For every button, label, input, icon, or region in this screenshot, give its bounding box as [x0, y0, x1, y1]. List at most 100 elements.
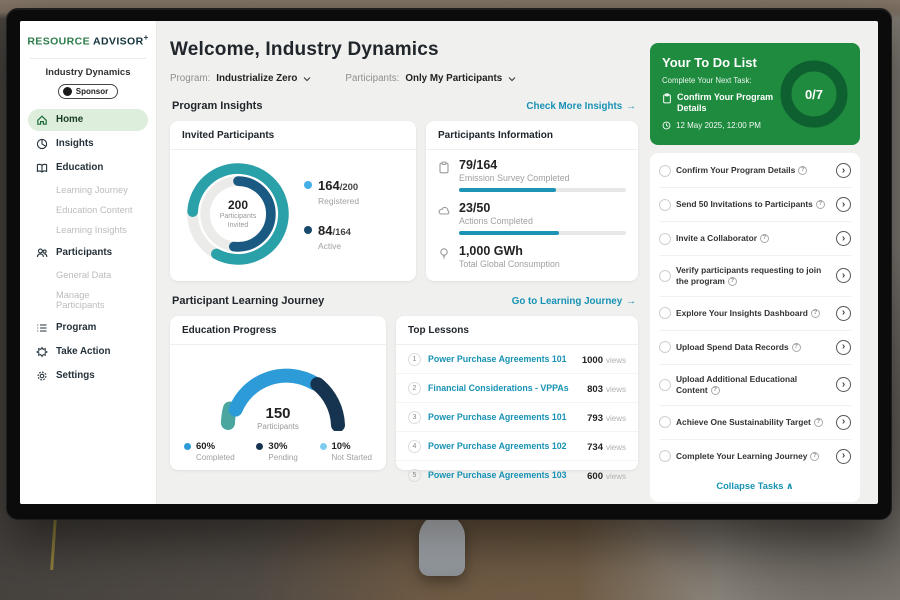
- task-checkbox[interactable]: [659, 165, 671, 177]
- task-checkbox[interactable]: [659, 233, 671, 245]
- lesson-views-suffix: views: [606, 385, 626, 394]
- participants-information-title: Participants Information: [426, 121, 638, 150]
- info-icon[interactable]: ?: [816, 200, 825, 209]
- info-icon[interactable]: ?: [728, 277, 737, 286]
- legend-item-completed: 60%Completed: [184, 441, 235, 462]
- check-more-insights-link[interactable]: Check More Insights →: [526, 101, 636, 112]
- arrow-right-icon: →: [626, 296, 636, 307]
- task-label: Upload Additional Educational Content?: [676, 374, 831, 396]
- lesson-title-link[interactable]: Power Purchase Agreements 102: [428, 441, 580, 451]
- program-filter-value: Industrialize Zero: [216, 73, 297, 84]
- sidebar: RESOURCE ADVISOR+ Industry Dynamics Spon…: [20, 21, 157, 504]
- education-book-icon: [36, 162, 48, 174]
- info-icon[interactable]: ?: [711, 386, 720, 395]
- sidebar-item-home[interactable]: Home: [28, 109, 148, 131]
- task-go-button[interactable]: ›: [836, 377, 851, 392]
- check-more-insights-label: Check More Insights: [526, 101, 622, 112]
- task-row: Invite a Collaborator? ›: [659, 222, 851, 256]
- task-go-button[interactable]: ›: [836, 197, 851, 212]
- legend-label: Completed: [196, 453, 235, 462]
- task-go-button[interactable]: ›: [836, 231, 851, 246]
- legend-dot-completed: [184, 443, 191, 450]
- task-go-button[interactable]: ›: [836, 449, 851, 464]
- collapse-tasks-label: Collapse Tasks: [716, 481, 783, 491]
- sidebar-item-learning-insights[interactable]: Learning Insights: [28, 221, 148, 240]
- task-go-button[interactable]: ›: [836, 306, 851, 321]
- lesson-views-suffix: views: [606, 472, 626, 481]
- lesson-title-link[interactable]: Power Purchase Agreements 101: [428, 412, 580, 422]
- task-go-button[interactable]: ›: [836, 415, 851, 430]
- lesson-rank: 4: [408, 440, 421, 453]
- section-title-program-insights: Program Insights: [172, 100, 262, 112]
- participants-filter[interactable]: Participants: Only My Participants: [345, 73, 516, 84]
- sidebar-item-general-data[interactable]: General Data: [28, 266, 148, 285]
- sidebar-item-education-content[interactable]: Education Content: [28, 201, 148, 220]
- legend-dot-not-started: [320, 443, 327, 450]
- collapse-tasks-link[interactable]: Collapse Tasks ∧: [659, 473, 851, 501]
- monitor-bezel: RESOURCE ADVISOR+ Industry Dynamics Spon…: [6, 8, 892, 520]
- task-go-button[interactable]: ›: [836, 163, 851, 178]
- invited-participants-title: Invited Participants: [170, 121, 416, 150]
- go-to-learning-journey-link[interactable]: Go to Learning Journey→: [512, 296, 636, 307]
- consumption-bulb-icon: [438, 247, 450, 260]
- stat-actions-completed: 23/50 Actions Completed: [438, 201, 626, 235]
- task-label: Confirm Your Program Details?: [676, 165, 831, 176]
- info-icon[interactable]: ?: [811, 309, 820, 318]
- lesson-title-link[interactable]: Power Purchase Agreements 101: [428, 354, 575, 364]
- sidebar-item-manage-participants[interactable]: Manage Participants: [28, 286, 148, 315]
- arrow-right-icon: →: [626, 101, 636, 112]
- photo-background: RESOURCE ADVISOR+ Industry Dynamics Spon…: [0, 0, 900, 600]
- task-checkbox[interactable]: [659, 450, 671, 462]
- chevron-down-icon: [303, 76, 311, 82]
- education-progress-card: Education Progress: [170, 316, 386, 470]
- info-icon[interactable]: ?: [810, 452, 819, 461]
- sidebar-item-take-action[interactable]: Take Action: [28, 341, 148, 363]
- settings-gear-icon: [36, 370, 48, 382]
- sidebar-item-settings[interactable]: Settings: [28, 365, 148, 387]
- lesson-views-count: 1000: [582, 355, 603, 366]
- program-insights-header: Program Insights Check More Insights →: [172, 100, 636, 112]
- lesson-row: 2 Financial Considerations - VPPAs 803vi…: [396, 374, 638, 403]
- lesson-title-link[interactable]: Financial Considerations - VPPAs: [428, 383, 580, 393]
- education-progress-gauge-chart: 150 Participants: [208, 353, 348, 431]
- legend-value: 60%: [196, 441, 235, 452]
- info-icon[interactable]: ?: [792, 343, 801, 352]
- todo-next-task-label: Confirm Your Program Details: [677, 92, 788, 115]
- task-text: Upload Additional Educational Content: [676, 374, 797, 395]
- sidebar-item-participants[interactable]: Participants: [28, 242, 148, 264]
- lesson-row: 1 Power Purchase Agreements 101 1000view…: [396, 345, 638, 374]
- sidebar-item-program[interactable]: Program: [28, 317, 148, 339]
- gauge-center-label: Participants: [208, 422, 348, 431]
- info-icon[interactable]: ?: [760, 234, 769, 243]
- lesson-title-link[interactable]: Power Purchase Agreements 103: [428, 470, 580, 480]
- legend-dot-pending: [256, 443, 263, 450]
- clock-icon: [662, 121, 671, 130]
- program-filter[interactable]: Program: Industrialize Zero: [170, 73, 311, 84]
- task-checkbox[interactable]: [659, 307, 671, 319]
- todo-tasks-card: Confirm Your Program Details? › Send 50 …: [650, 153, 860, 502]
- task-checkbox[interactable]: [659, 379, 671, 391]
- insights-icon: [36, 138, 48, 150]
- task-go-button[interactable]: ›: [836, 268, 851, 283]
- sidebar-item-learning-journey[interactable]: Learning Journey: [28, 181, 148, 200]
- take-action-icon: [36, 346, 48, 358]
- task-checkbox[interactable]: [659, 270, 671, 282]
- todo-due-label: 12 May 2025, 12:00 PM: [676, 121, 761, 130]
- info-icon[interactable]: ?: [814, 418, 823, 427]
- sidebar-item-education[interactable]: Education: [28, 157, 148, 179]
- legend-label: Not Started: [332, 453, 372, 462]
- task-go-button[interactable]: ›: [836, 340, 851, 355]
- sponsor-badge: Sponsor: [58, 84, 118, 99]
- task-checkbox[interactable]: [659, 341, 671, 353]
- task-label: Complete Your Learning Journey?: [676, 451, 831, 462]
- task-checkbox[interactable]: [659, 199, 671, 211]
- participants-filter-label: Participants:: [345, 73, 399, 84]
- task-checkbox[interactable]: [659, 416, 671, 428]
- top-lessons-card: Top Lessons 1 Power Purchase Agreements …: [396, 316, 638, 470]
- info-icon[interactable]: ?: [798, 166, 807, 175]
- sidebar-menu: Home Insights Education Learning Journey…: [20, 109, 156, 387]
- legend-denominator: /164: [332, 227, 351, 238]
- task-label: Verify participants requesting to join t…: [676, 265, 831, 287]
- sidebar-item-insights[interactable]: Insights: [28, 133, 148, 155]
- participants-information-card: Participants Information 79/164 Emission…: [426, 121, 638, 281]
